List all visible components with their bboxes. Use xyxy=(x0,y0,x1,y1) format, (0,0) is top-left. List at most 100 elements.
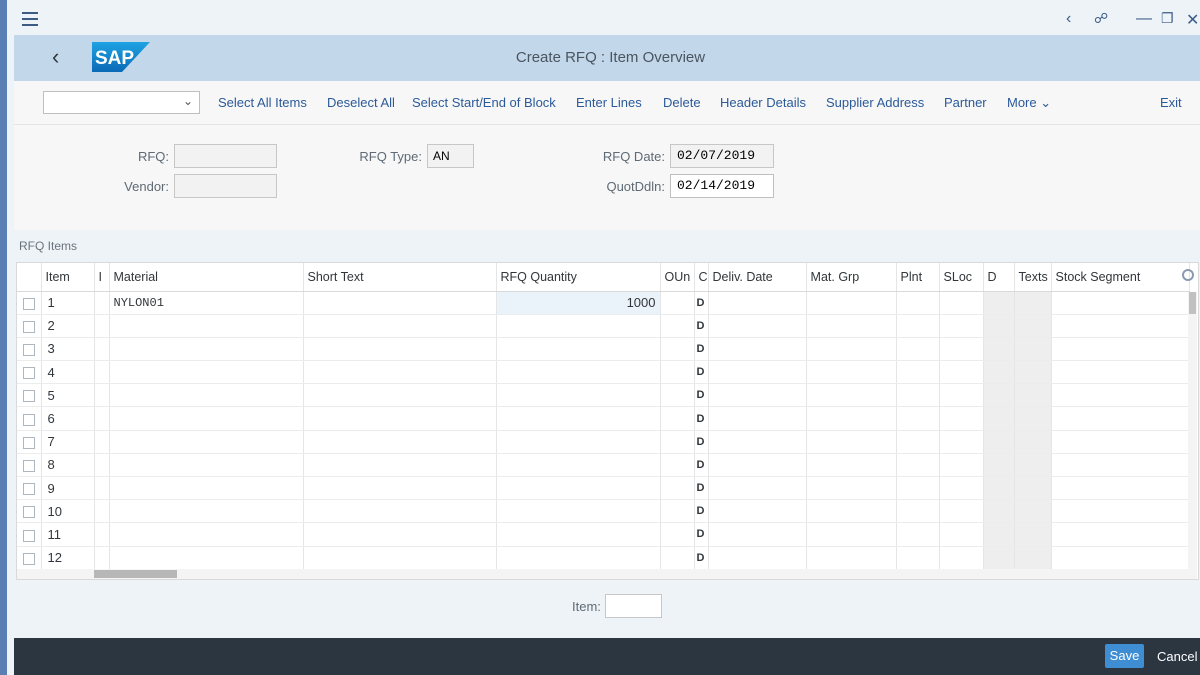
cell-short-text[interactable] xyxy=(303,430,497,454)
cell-mat-grp[interactable] xyxy=(806,499,897,524)
table-row[interactable]: 10 D xyxy=(17,499,1190,524)
checkbox[interactable] xyxy=(23,297,35,310)
row-checkbox[interactable] xyxy=(17,499,42,524)
cell-short-text[interactable] xyxy=(303,314,497,338)
cell-rfq-quantity[interactable] xyxy=(496,337,661,362)
checkbox[interactable] xyxy=(23,344,35,357)
table-row[interactable]: 3D xyxy=(17,337,1190,362)
enter-lines-button[interactable]: Enter Lines xyxy=(576,95,642,110)
cell-sloc[interactable] xyxy=(939,522,984,547)
minimize-icon[interactable]: — xyxy=(1136,10,1152,28)
cell-sloc[interactable] xyxy=(939,476,984,501)
cell-short-text[interactable] xyxy=(303,522,497,547)
cell-material[interactable] xyxy=(109,337,304,362)
cell-plnt[interactable] xyxy=(896,430,940,454)
col-mat-grp[interactable]: Mat. Grp xyxy=(806,263,897,292)
cell-sloc[interactable] xyxy=(939,337,984,362)
cell-plnt[interactable] xyxy=(896,476,940,501)
cell-deliv-date[interactable] xyxy=(708,453,807,478)
row-checkbox[interactable] xyxy=(17,291,42,315)
col-stock-segment[interactable]: Stock Segment xyxy=(1051,263,1190,292)
cell-sloc[interactable] xyxy=(939,360,984,385)
cell-oun[interactable] xyxy=(660,360,695,385)
scroll-thumb[interactable] xyxy=(1189,292,1196,314)
deselect-all-button[interactable]: Deselect All xyxy=(327,95,395,110)
row-checkbox[interactable] xyxy=(17,337,42,362)
cell-rfq-quantity[interactable] xyxy=(496,383,661,408)
chevron-left-icon[interactable]: ‹ xyxy=(1066,10,1071,28)
toolbar-dropdown[interactable]: ⌄ xyxy=(43,91,200,114)
cell-plnt[interactable] xyxy=(896,406,940,431)
row-checkbox[interactable] xyxy=(17,430,42,454)
table-row[interactable]: 5D xyxy=(17,383,1190,408)
cell-mat-grp[interactable] xyxy=(806,430,897,454)
cancel-button[interactable]: Cancel xyxy=(1157,649,1197,664)
row-checkbox[interactable] xyxy=(17,522,42,547)
scroll-thumb[interactable] xyxy=(94,570,177,578)
cell-material[interactable] xyxy=(109,360,304,385)
select-all-items-button[interactable]: Select All Items xyxy=(218,95,307,110)
cell-plnt[interactable] xyxy=(896,522,940,547)
cell-stock-segment[interactable] xyxy=(1051,499,1190,524)
cell-short-text[interactable] xyxy=(303,476,497,501)
row-checkbox[interactable] xyxy=(17,546,42,570)
cell-i[interactable] xyxy=(94,383,110,408)
cell-deliv-date[interactable] xyxy=(708,360,807,385)
cell-short-text[interactable] xyxy=(303,360,497,385)
cell-short-text[interactable] xyxy=(303,337,497,362)
select-block-button[interactable]: Select Start/End of Block xyxy=(412,95,556,110)
cell-i[interactable] xyxy=(94,406,110,431)
cell-stock-segment[interactable] xyxy=(1051,453,1190,478)
vertical-scrollbar[interactable] xyxy=(1188,292,1197,579)
quot-deadline-field[interactable]: 02/14/2019 xyxy=(670,174,774,198)
col-c[interactable]: C xyxy=(694,263,709,292)
cell-oun[interactable] xyxy=(660,522,695,547)
checkbox[interactable] xyxy=(23,506,35,519)
cell-mat-grp[interactable] xyxy=(806,337,897,362)
cell-rfq-quantity[interactable] xyxy=(496,499,661,524)
cell-material[interactable] xyxy=(109,453,304,478)
cell-oun[interactable] xyxy=(660,406,695,431)
cell-sloc[interactable] xyxy=(939,291,984,315)
cell-oun[interactable] xyxy=(660,337,695,362)
cell-rfq-quantity[interactable] xyxy=(496,360,661,385)
cell-rfq-quantity[interactable] xyxy=(496,314,661,338)
checkbox[interactable] xyxy=(23,436,35,449)
checkbox[interactable] xyxy=(23,552,35,565)
checkbox[interactable] xyxy=(23,459,35,472)
table-row[interactable]: 1 NYLON01 1000 D xyxy=(17,291,1190,315)
col-plnt[interactable]: Plnt xyxy=(896,263,940,292)
cell-i[interactable] xyxy=(94,337,110,362)
cell-mat-grp[interactable] xyxy=(806,453,897,478)
cell-short-text[interactable] xyxy=(303,406,497,431)
cell-plnt[interactable] xyxy=(896,360,940,385)
checkbox[interactable] xyxy=(23,367,35,380)
cell-deliv-date[interactable] xyxy=(708,499,807,524)
exit-button[interactable]: Exit xyxy=(1160,95,1182,110)
cell-deliv-date[interactable] xyxy=(708,476,807,501)
col-sloc[interactable]: SLoc xyxy=(939,263,984,292)
col-i[interactable]: I xyxy=(94,263,110,292)
cell-plnt[interactable] xyxy=(896,499,940,524)
cell-deliv-date[interactable] xyxy=(708,546,807,570)
cell-rfq-quantity[interactable]: 1000 xyxy=(496,291,661,315)
cell-plnt[interactable] xyxy=(896,314,940,338)
cell-short-text[interactable] xyxy=(303,383,497,408)
cell-oun[interactable] xyxy=(660,430,695,454)
col-oun[interactable]: OUn xyxy=(660,263,695,292)
col-item[interactable]: Item xyxy=(41,263,95,292)
save-button[interactable]: Save xyxy=(1105,644,1144,668)
supplier-address-button[interactable]: Supplier Address xyxy=(826,95,924,110)
checkbox[interactable] xyxy=(23,413,35,426)
checkbox[interactable] xyxy=(23,529,35,542)
table-row[interactable]: 4D xyxy=(17,360,1190,385)
cell-sloc[interactable] xyxy=(939,314,984,338)
row-checkbox[interactable] xyxy=(17,360,42,385)
cell-stock-segment[interactable] xyxy=(1051,383,1190,408)
table-row[interactable]: 7D xyxy=(17,430,1190,454)
cell-oun[interactable] xyxy=(660,453,695,478)
cell-deliv-date[interactable] xyxy=(708,337,807,362)
cell-plnt[interactable] xyxy=(896,453,940,478)
cell-oun[interactable] xyxy=(660,383,695,408)
cell-material[interactable]: NYLON01 xyxy=(109,291,304,315)
